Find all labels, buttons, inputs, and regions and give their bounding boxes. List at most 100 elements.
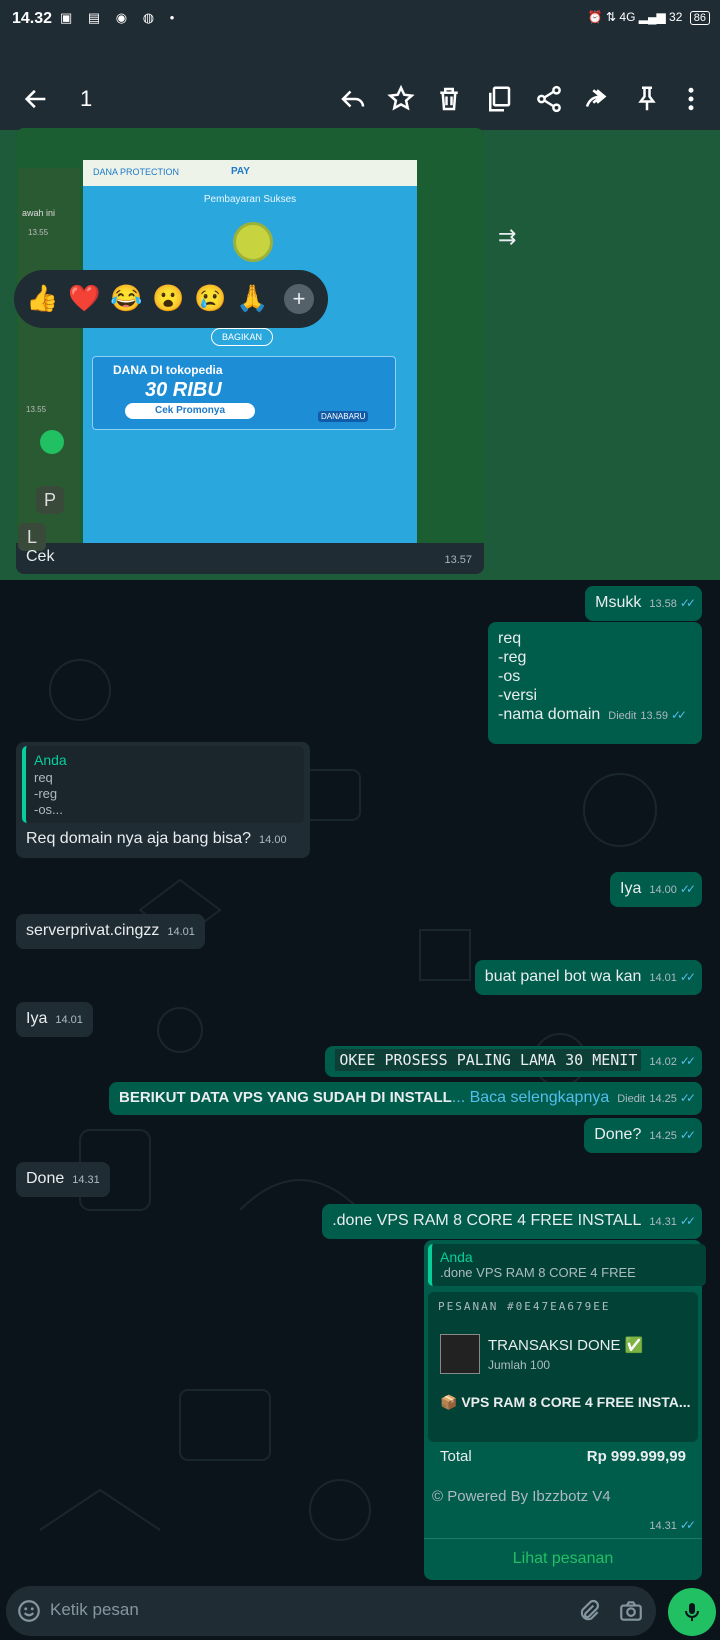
reaction-thumbs-up[interactable]: 👍 [26,283,58,314]
key-l: L [18,523,46,551]
message-bubble[interactable]: BERIKUT DATA VPS YANG SUDAH DI INSTALL..… [108,1082,702,1115]
message-bubble[interactable]: Iya 14.01 [16,1002,93,1037]
powered-by-text: © Powered By Ibzzbotz V4 [432,1488,611,1505]
snippet-time: 13.55 [26,405,47,414]
reply-icon[interactable] [338,84,368,114]
order-card[interactable]: PESANAN #0E47EA679EE TRANSAKSI DONE ✅ Ju… [428,1292,698,1465]
message-time: 14.25 [649,1093,677,1105]
read-ticks-icon: ✓✓ [679,1128,696,1142]
message-bubble[interactable]: serverprivat.cingzz 14.01 [16,914,205,949]
order-item: 📦 VPS RAM 8 CORE 4 FREE INSTA... [440,1394,691,1410]
read-ticks-icon: ✓✓ [679,1091,696,1105]
payment-screenshot: DANA PROTECTION PAY Pembayaran Sukses BA… [83,160,417,543]
message-bubble[interactable]: buat panel bot wa kan 14.01 ✓✓ [474,960,702,995]
read-ticks-icon: ✓✓ [670,708,687,722]
message-bubble[interactable]: Done 14.31 [16,1162,110,1197]
message-text: Req domain nya aja bang bisa? [26,830,252,847]
promo-amount: 30 RIBU [145,379,222,401]
selected-count: 1 [80,86,93,111]
order-thumbnail [440,1334,480,1374]
status-time: 14.32 [12,10,53,27]
reaction-laugh[interactable]: 😂 [110,283,142,314]
message-text: BERIKUT DATA VPS YANG SUDAH DI INSTALL [118,1089,452,1106]
read-more-link[interactable]: ... Baca selengkapnya [452,1089,609,1106]
delete-icon[interactable] [434,84,464,114]
star-icon[interactable] [386,84,416,114]
message-input-bar[interactable]: Ketik pesan [6,1586,656,1636]
back-arrow-icon[interactable] [22,85,50,113]
order-quantity: Jumlah 100 [488,1358,551,1372]
message-time: 13.59 [640,710,668,722]
message-bubble[interactable]: .done VPS RAM 8 CORE 4 FREE INSTALL 14.31… [322,1204,702,1239]
selection-toolbar: 1 [0,40,720,130]
order-message[interactable]: Anda .done VPS RAM 8 CORE 4 FREE PESANAN… [424,1240,706,1580]
forward-icon[interactable] [582,84,612,114]
reaction-heart[interactable]: ❤️ [68,283,100,314]
total-label: Total [440,1448,472,1465]
edited-label: Diedit [617,1093,646,1105]
message-time: 14.31 [649,1216,677,1228]
attach-icon[interactable] [576,1598,602,1624]
image-message[interactable]: awah ini 13.55 13.55 P L DANA PROTECTION… [16,128,484,574]
message-bubble[interactable]: Msukk 13.58 ✓✓ [585,586,702,621]
promo-code: DANABARU [318,411,369,422]
message-text: OKEE PROSESS PALING LAMA 30 MENIT [335,1049,642,1071]
add-reaction-icon[interactable]: + [284,284,314,314]
read-ticks-icon: ✓✓ [679,1214,696,1228]
divider [424,1538,702,1539]
message-text: Iya [26,1010,48,1027]
quoted-message[interactable]: Anda .done VPS RAM 8 CORE 4 FREE [428,1244,706,1286]
forward-shortcut-icon[interactable]: ⇉ [498,224,516,250]
message-time: 14.01 [649,972,677,984]
message-line: -versi [498,687,538,704]
promo-button: Cek Promonya [125,403,255,419]
pin-icon[interactable] [632,84,662,114]
mic-icon [685,1603,699,1621]
network-speed: 32 [669,10,683,24]
message-time: 13.58 [649,598,677,610]
message-text: Iya [620,880,642,897]
reaction-sad[interactable]: 😢 [194,283,226,314]
network-type: 4G [619,10,636,24]
message-bubble[interactable]: req -reg -os -versi -nama domain Diedit 13… [488,622,702,744]
order-title: TRANSAKSI DONE ✅ [488,1337,644,1354]
battery-icon: 86 [689,11,710,25]
message-bubble[interactable]: Anda req -reg -os... Req domain nya aja … [16,742,310,858]
order-id: PESANAN #0E47EA679EE [438,1300,611,1313]
dana-brand: DANA PROTECTION [93,167,180,177]
reaction-surprised[interactable]: 😮 [152,283,184,314]
message-bubble[interactable]: Done? 14.25 ✓✓ [584,1118,702,1153]
message-time: 14.00 [649,884,677,896]
quote-line: -reg [34,786,58,801]
read-ticks-icon: ✓✓ [679,1054,696,1068]
view-order-button[interactable]: Lihat pesanan [424,1550,702,1568]
quote-line: .done VPS RAM 8 CORE 4 FREE [440,1265,636,1280]
promo-banner: DANA DI tokopedia 30 RIBU Cek Promonya D… [92,356,396,430]
copy-icon[interactable] [484,84,514,114]
total-value: Rp 999.999,99 [586,1448,686,1465]
dana-pay-label: PAY [231,166,250,177]
image-thumbnail[interactable]: awah ini 13.55 13.55 P L DANA PROTECTION… [16,128,484,551]
message-bubble[interactable]: OKEE PROSESS PALING LAMA 30 MENIT 14.02 ✓✓ [325,1046,702,1077]
notification-icons: ▣ ▤ ◉ ◍ • [60,10,181,25]
voice-record-button[interactable] [668,1588,716,1636]
quoted-message[interactable]: Anda req -reg -os... [22,746,304,823]
message-text: Done? [594,1126,642,1143]
message-line: -reg [498,649,527,666]
message-text: serverprivat.cingzz [26,922,160,939]
image-caption: Cek [26,548,55,565]
message-input[interactable]: Ketik pesan [50,1600,139,1620]
share-icon[interactable] [534,84,564,114]
camera-icon[interactable] [618,1598,644,1624]
more-options-icon[interactable] [676,84,706,114]
message-bubble[interactable]: Iya 14.00 ✓✓ [610,872,702,907]
edited-label: Diedit [608,710,637,722]
quote-line: -os... [34,802,63,817]
message-text: Done [26,1170,65,1187]
reaction-pray[interactable]: 🙏 [236,283,268,314]
promo-title: DANA DI tokopedia [113,363,223,377]
emoji-icon[interactable] [16,1598,42,1624]
snippet-time: 13.55 [28,228,49,237]
message-line: req [498,630,522,647]
quote-line: req [34,770,53,785]
